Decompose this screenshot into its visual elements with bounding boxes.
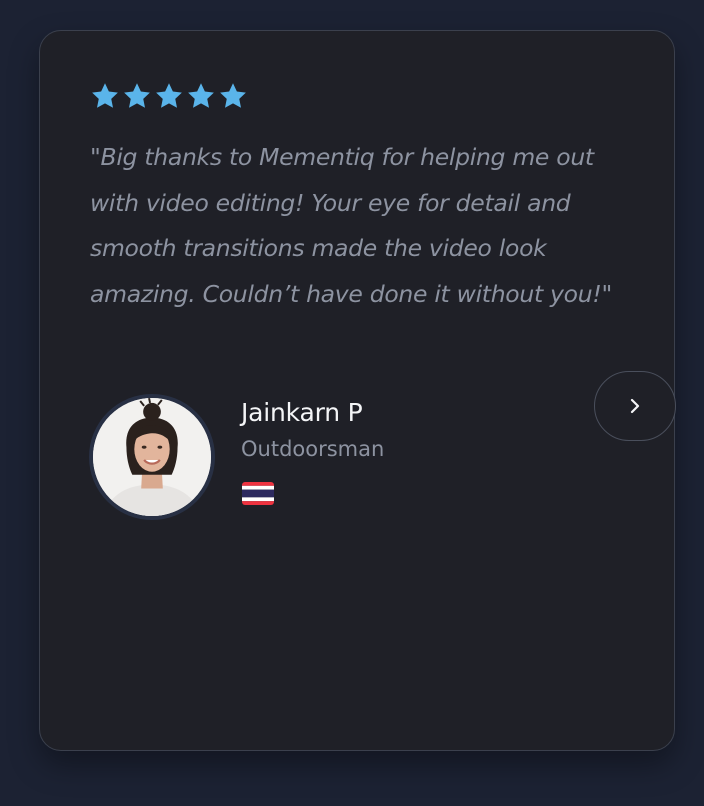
- avatar-photo: [93, 398, 211, 516]
- next-testimonial-button[interactable]: [594, 371, 676, 441]
- testimonial-quote: "Big thanks to Mementiq for helping me o…: [90, 143, 612, 308]
- author-name: Jainkarn P: [241, 398, 363, 427]
- thailand-flag-icon: [242, 482, 274, 505]
- author-avatar: [89, 394, 215, 520]
- star-icon: [188, 83, 214, 108]
- star-icon: [124, 83, 150, 108]
- star-icon: [220, 83, 246, 108]
- testimonial-card: "Big thanks to Mementiq for helping me o…: [39, 30, 675, 751]
- star-icon: [156, 83, 182, 108]
- author-title: Outdoorsman: [241, 437, 385, 461]
- chevron-right-icon: [630, 398, 640, 414]
- rating-stars: [90, 81, 248, 111]
- star-icon: [92, 83, 118, 108]
